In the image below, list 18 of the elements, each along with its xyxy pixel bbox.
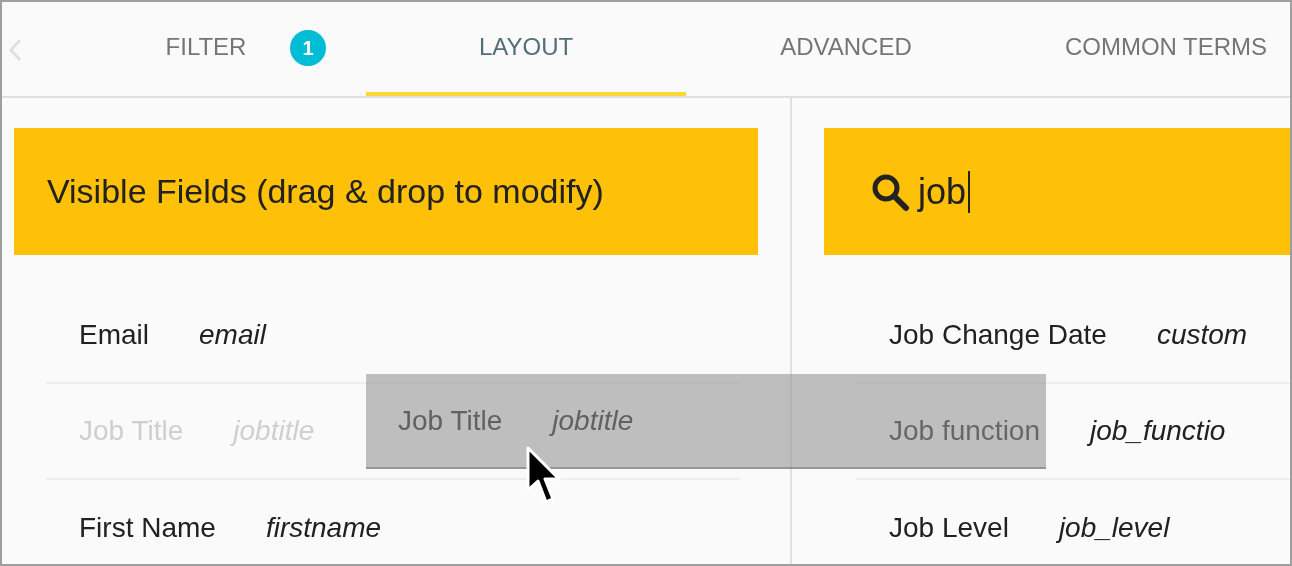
search-field[interactable]: job: [824, 128, 1290, 255]
panel-header: Visible Fields (drag & drop to modify): [14, 128, 758, 255]
field-label: First Name: [79, 512, 216, 544]
field-label: Email: [79, 319, 149, 351]
field-label: Job Level: [889, 512, 1009, 544]
chevron-left-icon[interactable]: [8, 38, 22, 62]
field-name: custom: [1156, 319, 1248, 351]
field-label: Job function: [889, 415, 1040, 447]
field-name: job_level: [1058, 512, 1170, 544]
text-cursor: [968, 170, 971, 213]
field-label: Job Change Date: [889, 319, 1107, 351]
field-name: email: [199, 319, 266, 351]
field-name: firstname: [265, 512, 382, 544]
tab[interactable]: LAYOUT: [366, 2, 686, 96]
count-badge: 1: [290, 30, 326, 66]
field-label: Job Title: [398, 404, 503, 437]
tab[interactable]: ADVANCED: [686, 2, 1006, 96]
tab[interactable]: COMMON TERMS: [1006, 2, 1290, 96]
